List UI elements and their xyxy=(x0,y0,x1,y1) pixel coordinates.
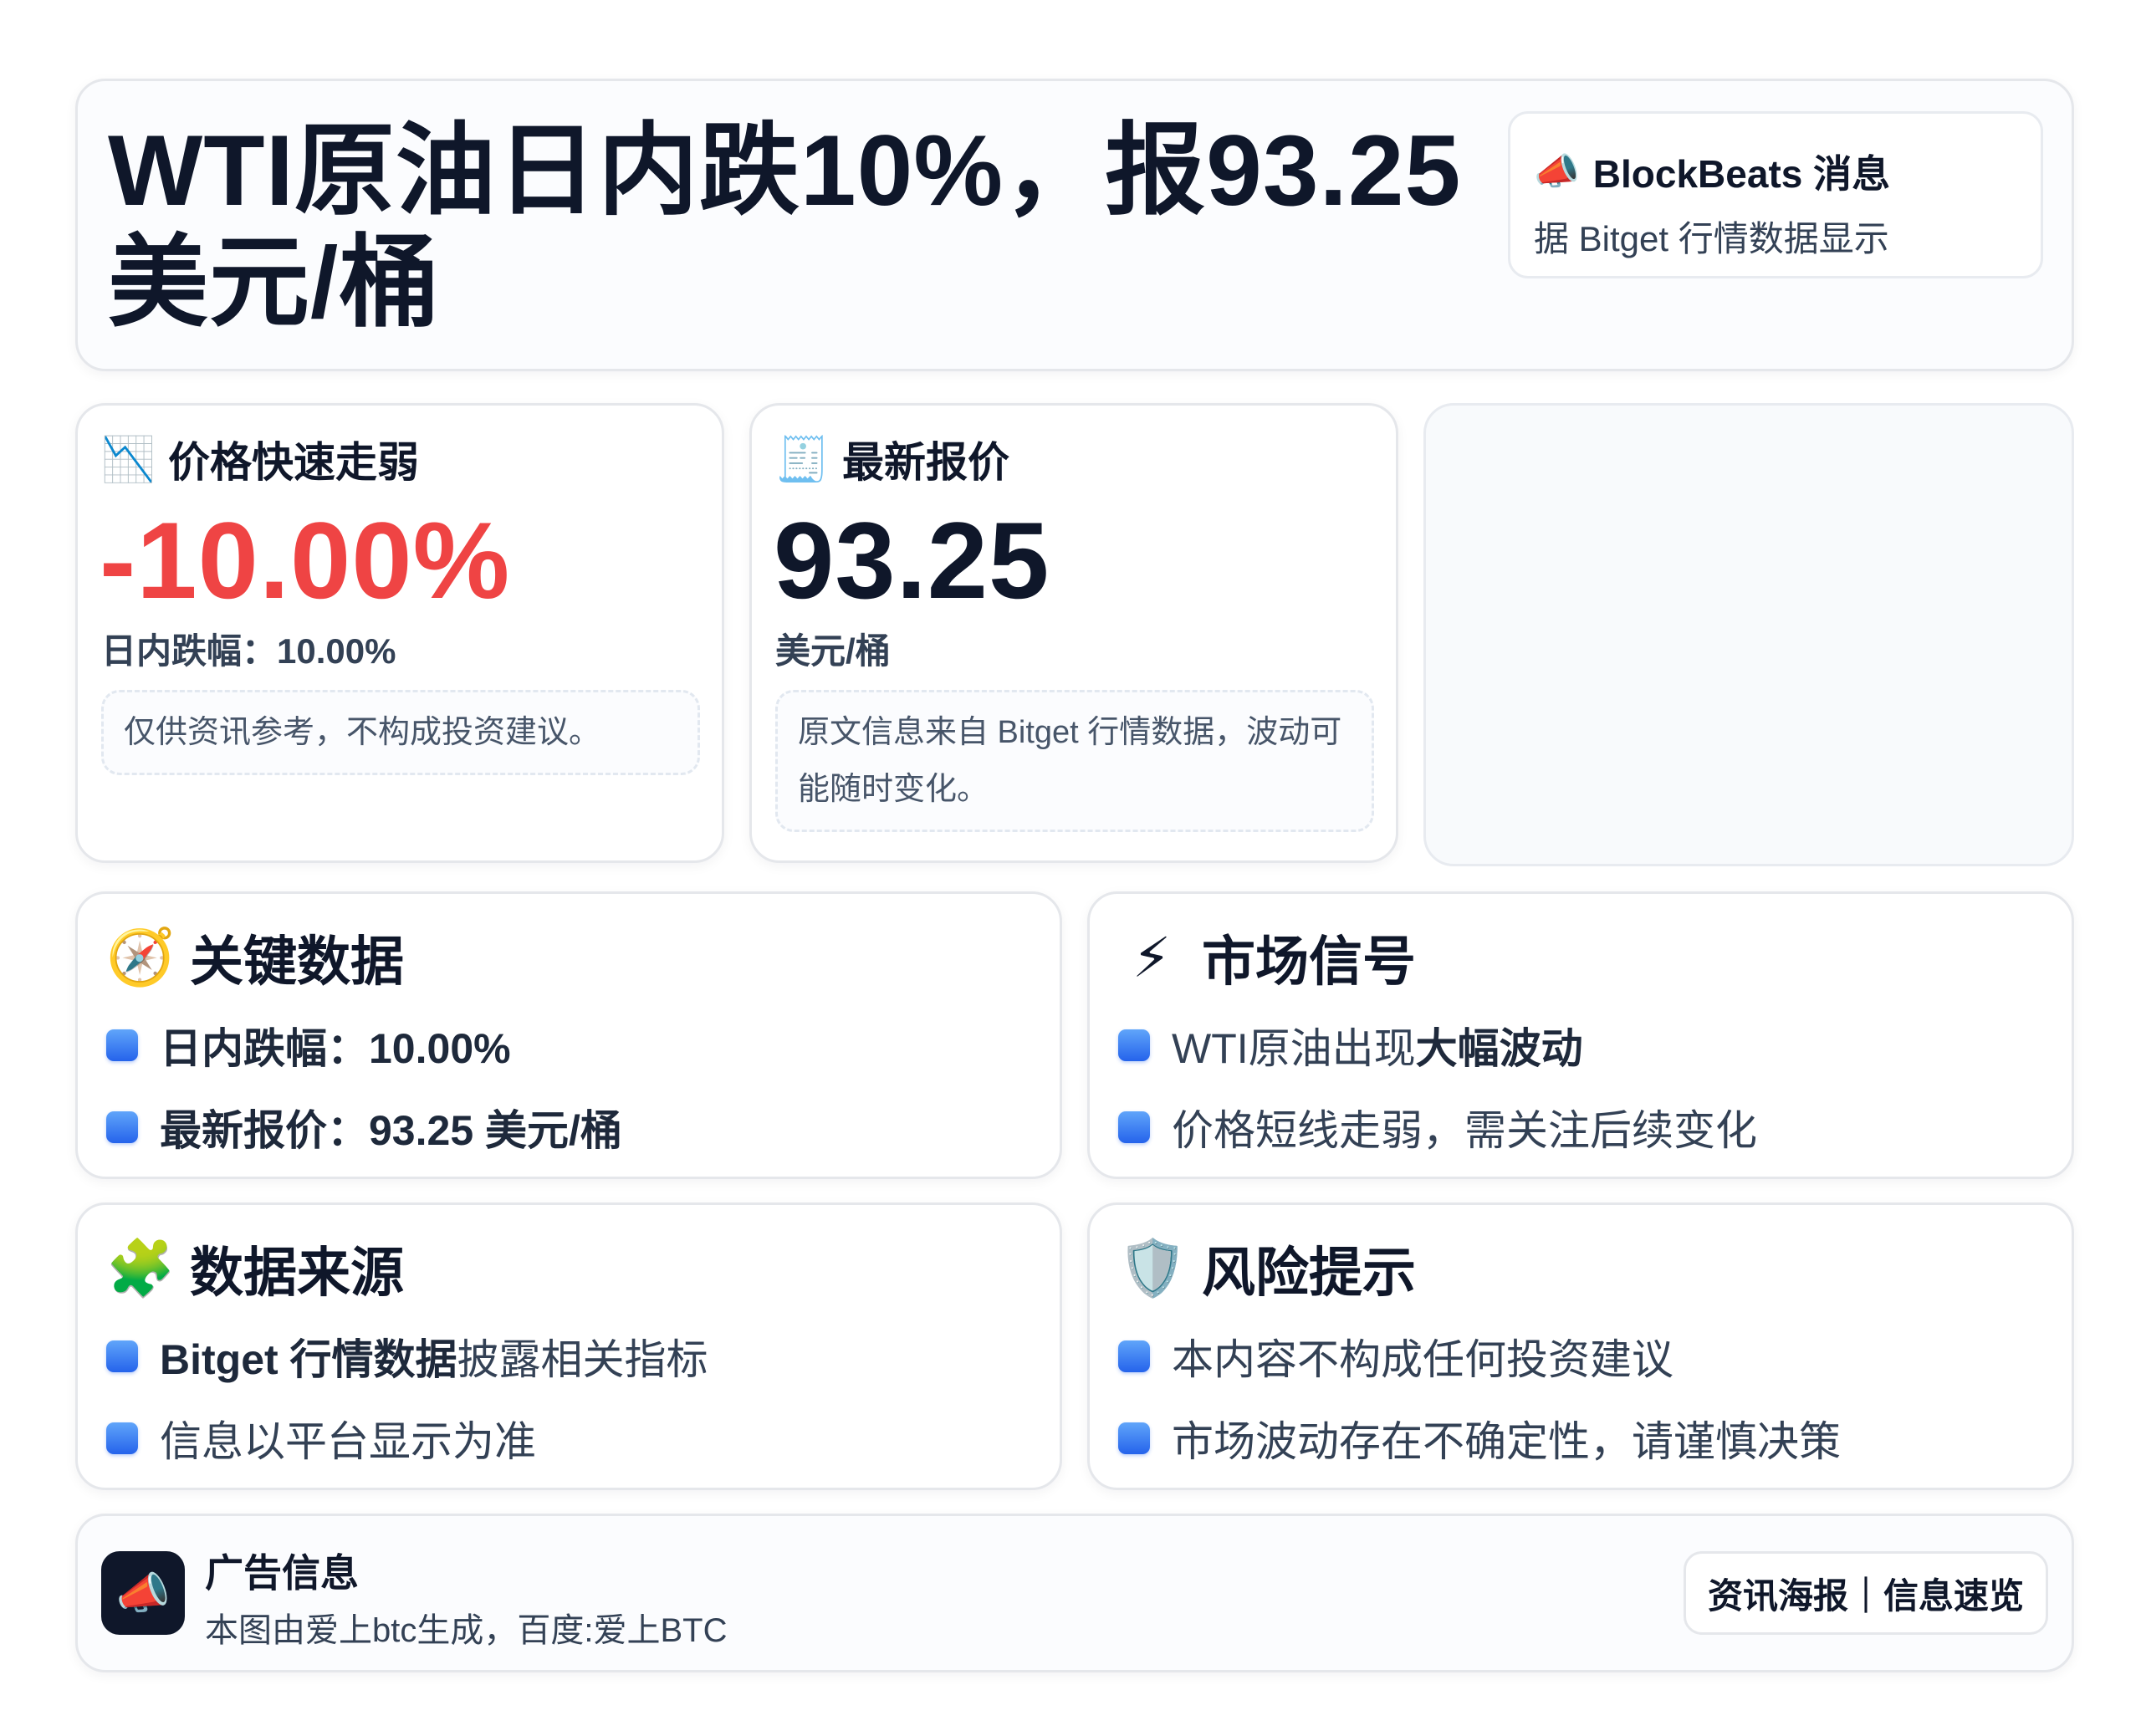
list-item: WTI原油出现 大幅波动 xyxy=(1118,1004,1757,1086)
card-risk-header: 🛡️ 风险提示 xyxy=(1118,1230,1416,1307)
card-source-header: 🧩 数据来源 xyxy=(106,1230,404,1307)
stat-price-unit: 美元/桶 xyxy=(775,631,891,671)
list-item: Bitget 行情数据 披露相关指标 xyxy=(106,1315,708,1397)
stat-price-note: 原文信息来自 Bitget 行情数据，波动可能随时变化。 xyxy=(775,690,1374,832)
stat-drop-value: -10.00% xyxy=(100,499,511,621)
card-signal-title: 市场信号 xyxy=(1202,932,1416,992)
card-risk-notice: 🛡️ 风险提示 本内容不构成任何投资建议 市场波动存在不确定性，请谨慎决策 xyxy=(1087,1202,2074,1490)
source-name: 📣 BlockBeats 消息 xyxy=(1534,144,1890,199)
card-risk-title: 风险提示 xyxy=(1202,1243,1416,1303)
bullet-icon xyxy=(1118,1422,1150,1454)
stat-drop-header: 📉 价格快速走弱 xyxy=(101,429,419,489)
stat-card-price: 🧾 最新报价 93.25 美元/桶 原文信息来自 Bitget 行情数据，波动可… xyxy=(749,403,1398,863)
megaphone-icon: 📣 xyxy=(1534,151,1580,192)
source-box: 📣 BlockBeats 消息 据 Bitget 行情数据显示 xyxy=(1508,111,2043,278)
stat-drop-label: 价格快速走弱 xyxy=(168,439,419,486)
ad-desc: 本图由爱上btc生成，百度:爱上BTC xyxy=(205,1612,728,1649)
stat-price-value: 93.25 xyxy=(774,499,1050,621)
stat-price-header: 🧾 最新报价 xyxy=(775,429,1009,489)
lightning-icon: ⚡ xyxy=(1132,926,1172,988)
bullet-icon xyxy=(106,1340,138,1372)
list-item: 日内跌幅：10.00% xyxy=(106,1004,622,1086)
stat-drop-sub: 日内跌幅：10.00% xyxy=(101,631,396,671)
card-source-list: Bitget 行情数据 披露相关指标 信息以平台显示为准 xyxy=(106,1315,708,1479)
bullet-icon xyxy=(106,1029,138,1061)
card-key-data: 🧭 关键数据 日内跌幅：10.00% 最新报价：93.25 美元/桶 xyxy=(75,891,1062,1179)
bullet-icon xyxy=(106,1111,138,1143)
card-source-title: 数据来源 xyxy=(190,1243,404,1303)
card-signal-header: ⚡ 市场信号 xyxy=(1118,919,1416,996)
card-market-signal: ⚡ 市场信号 WTI原油出现 大幅波动 价格短线走弱，需关注后续变化 xyxy=(1087,891,2074,1179)
compass-icon: 🧭 xyxy=(106,926,176,988)
stat-drop-note: 仅供资讯参考，不构成投资建议。 xyxy=(101,690,700,775)
list-item: 市场波动存在不确定性，请谨慎决策 xyxy=(1118,1397,1841,1479)
card-key-header: 🧭 关键数据 xyxy=(106,919,404,996)
footer-ad: 📣 广告信息 本图由爱上btc生成，百度:爱上BTC 资讯海报｜信息速览 xyxy=(75,1514,2074,1672)
bullet-icon xyxy=(1118,1029,1150,1061)
stat-card-drop: 📉 价格快速走弱 -10.00% 日内跌幅：10.00% 仅供资讯参考，不构成投… xyxy=(75,403,724,863)
header-card: WTI原油日内跌10%，报93.25美元/桶 📣 BlockBeats 消息 据… xyxy=(75,79,2074,371)
receipt-icon: 🧾 xyxy=(775,435,830,484)
card-signal-list: WTI原油出现 大幅波动 价格短线走弱，需关注后续变化 xyxy=(1118,1004,1757,1168)
puzzle-icon: 🧩 xyxy=(106,1237,176,1299)
shield-icon: 🛡️ xyxy=(1118,1237,1188,1299)
page-title: WTI原油日内跌10%，报93.25美元/桶 xyxy=(108,115,1462,339)
stat-card-placeholder xyxy=(1423,403,2074,866)
stat-price-label: 最新报价 xyxy=(842,439,1009,486)
ad-title: 广告信息 xyxy=(205,1551,359,1595)
card-risk-list: 本内容不构成任何投资建议 市场波动存在不确定性，请谨慎决策 xyxy=(1118,1315,1841,1479)
card-key-title: 关键数据 xyxy=(190,932,404,992)
megaphone-icon: 📣 xyxy=(101,1551,185,1635)
list-item: 信息以平台显示为准 xyxy=(106,1397,708,1479)
source-name-label: BlockBeats 消息 xyxy=(1592,152,1891,196)
source-desc: 据 Bitget 行情数据显示 xyxy=(1534,219,1889,258)
list-item: 本内容不构成任何投资建议 xyxy=(1118,1315,1841,1397)
card-data-source: 🧩 数据来源 Bitget 行情数据 披露相关指标 信息以平台显示为准 xyxy=(75,1202,1062,1490)
bullet-icon xyxy=(1118,1340,1150,1372)
bullet-icon xyxy=(1118,1111,1150,1143)
card-key-list: 日内跌幅：10.00% 最新报价：93.25 美元/桶 xyxy=(106,1004,622,1168)
bullet-icon xyxy=(106,1422,138,1454)
list-item: 价格短线走弱，需关注后续变化 xyxy=(1118,1086,1757,1168)
ad-tag: 资讯海报｜信息速览 xyxy=(1683,1551,2048,1635)
list-item: 最新报价：93.25 美元/桶 xyxy=(106,1086,622,1168)
chart-down-icon: 📉 xyxy=(101,435,156,484)
